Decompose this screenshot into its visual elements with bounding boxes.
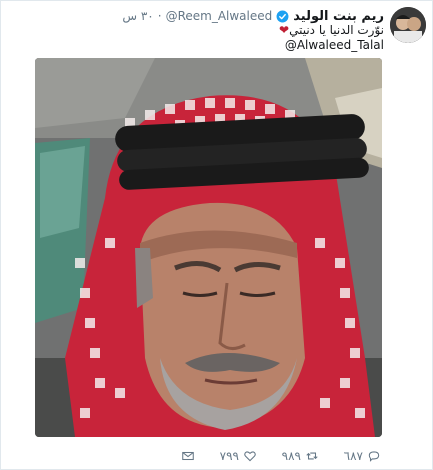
author-handle[interactable]: @Reem_Alwaleed (166, 9, 273, 23)
like-count: ٧٩٩ (219, 449, 239, 463)
retweet-action[interactable]: ٩٨٩ (282, 449, 319, 463)
heart-emoji: ❤ (279, 23, 290, 37)
car-selfie-photo (35, 58, 382, 437)
retweet-count: ٩٨٩ (281, 449, 301, 463)
author-name[interactable]: ريم بنت الوليد (293, 9, 384, 24)
tweet-card[interactable]: ريم بنت الوليد @Reem_Alwaleed · ٣٠ س نوّ… (0, 0, 433, 470)
reply-count: ٦٨٧ (343, 449, 363, 463)
reply-action[interactable]: ٦٨٧ (344, 449, 381, 463)
tweet-media-photo[interactable] (35, 58, 382, 437)
tweet-text: نوّرت الدنيا يا دنيتي❤ (279, 23, 384, 37)
tweet-text-body: نوّرت الدنيا يا دنيتي (289, 23, 384, 37)
envelope-icon (182, 451, 194, 461)
tweet-actions: ٦٨٧ ٩٨٩ ٧٩٩ (181, 447, 381, 465)
direct-message-action[interactable] (181, 449, 195, 463)
tweet-timestamp[interactable]: ٣٠ س (122, 9, 153, 23)
author-avatar[interactable] (390, 7, 426, 43)
like-heart-icon (244, 451, 256, 462)
retweet-icon (306, 452, 318, 460)
verified-badge-icon (276, 10, 289, 22)
tweet-mention-link[interactable]: @Alwaleed_Talal (285, 38, 384, 52)
like-action[interactable]: ٧٩٩ (220, 449, 257, 463)
reply-icon (368, 451, 380, 462)
meta-separator: · (157, 9, 162, 23)
avatar-photo (390, 7, 426, 43)
